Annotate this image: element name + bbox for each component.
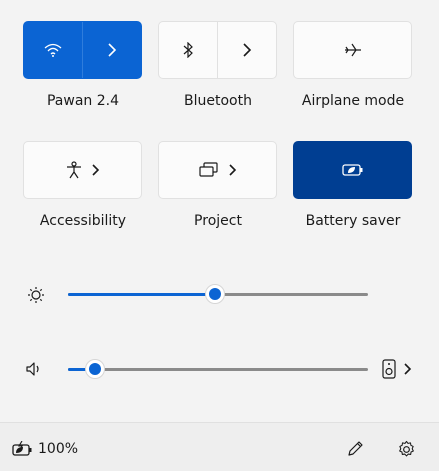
pencil-icon[interactable] — [346, 440, 364, 458]
chevron-right-icon — [242, 43, 252, 57]
chevron-right-icon — [91, 164, 100, 176]
accessibility-label: Accessibility — [39, 213, 127, 229]
chevron-right-icon — [404, 363, 412, 375]
chevron-right-icon — [107, 43, 117, 57]
bluetooth-icon — [182, 42, 194, 58]
audio-output-icon — [382, 359, 396, 379]
battery-saver-label: Battery saver — [305, 213, 401, 229]
brightness-slider-thumb[interactable] — [205, 284, 225, 304]
bluetooth-label: Bluetooth — [184, 93, 252, 109]
wifi-label: Pawan 2.4 — [46, 93, 119, 109]
battery-saver-tile[interactable] — [293, 141, 412, 199]
airplane-mode-tile[interactable] — [293, 21, 412, 79]
project-icon — [198, 162, 219, 178]
project-tile[interactable] — [158, 141, 277, 199]
gear-icon[interactable] — [397, 440, 416, 459]
airplane-icon — [343, 41, 363, 59]
wifi-toggle-button[interactable] — [24, 22, 82, 78]
chevron-right-icon — [228, 164, 237, 176]
wifi-icon — [44, 43, 62, 57]
project-label: Project — [194, 213, 242, 229]
volume-slider[interactable] — [68, 359, 368, 379]
accessibility-icon — [66, 161, 82, 179]
wifi-expand-button[interactable] — [83, 22, 141, 78]
wifi-tile[interactable] — [23, 21, 142, 79]
audio-output-button[interactable] — [382, 359, 412, 379]
brightness-slider[interactable] — [68, 284, 368, 304]
battery-saver-icon — [341, 163, 364, 177]
bluetooth-expand-button[interactable] — [218, 22, 276, 78]
volume-slider-thumb[interactable] — [85, 359, 105, 379]
bluetooth-toggle-button[interactable] — [159, 22, 217, 78]
airplane-mode-label: Airplane mode — [301, 93, 405, 109]
bluetooth-tile[interactable] — [158, 21, 277, 79]
accessibility-tile[interactable] — [23, 141, 142, 199]
speaker-icon[interactable] — [26, 362, 42, 376]
battery-percentage: 100% — [38, 441, 79, 457]
brightness-icon — [27, 286, 45, 304]
battery-charging-icon[interactable] — [12, 441, 34, 457]
brightness-slider-fill — [68, 293, 215, 296]
